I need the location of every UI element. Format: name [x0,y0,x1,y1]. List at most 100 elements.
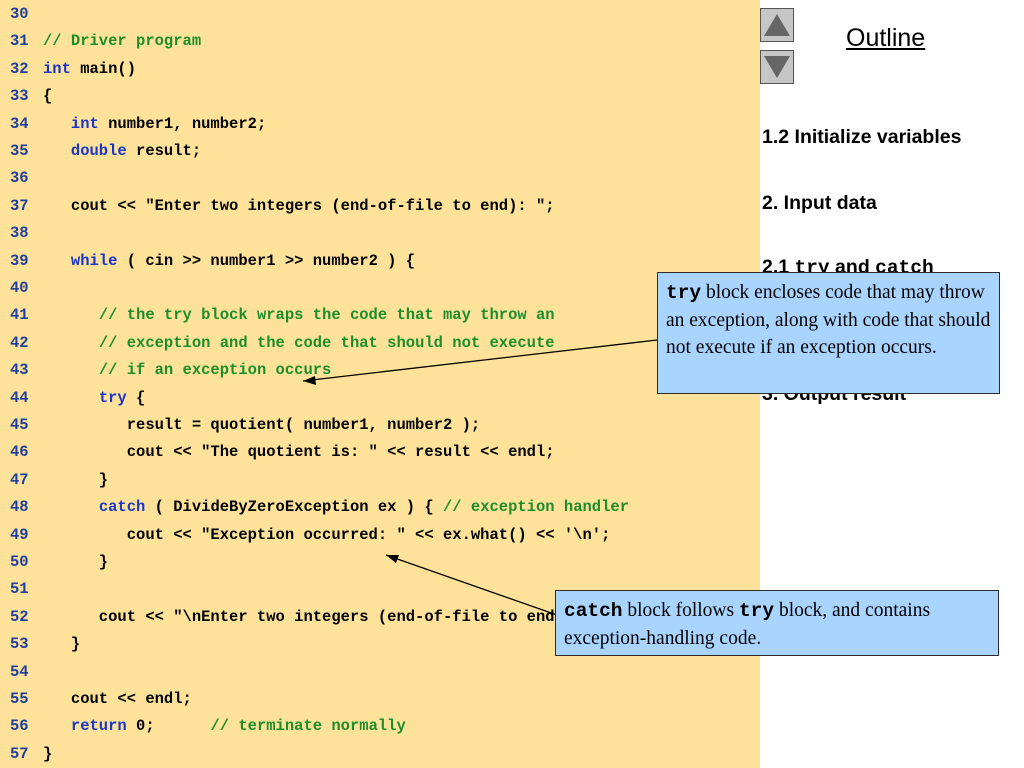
code-text: return 0; // terminate normally [43,713,406,739]
triangle-up-icon [764,14,790,36]
code-text: try { [43,385,146,411]
code-comment: // exception handler [442,498,630,517]
line-number: 53 [10,635,29,654]
code-text: } [43,741,52,767]
line-number: 42 [10,333,29,352]
next-slide-button[interactable] [760,50,794,84]
line-number: 41 [10,306,29,325]
line-number: 31 [10,32,29,51]
code-comment: // Driver program [43,32,202,51]
line-number: 49 [10,525,29,544]
code-segment: cout << endl; [43,690,192,708]
code-text: // the try block wraps the code that may… [43,302,555,328]
line-number: 39 [10,251,29,270]
code-segment: number1, number2; [98,114,267,133]
code-segment: cout << "Exception occurred: " << ex.wha… [43,525,611,544]
code-segment: } [43,470,109,489]
code-comment: // if an exception occurs [98,361,332,380]
code-segment: result = quotient( number1, number2 ); [43,416,481,434]
line-number: 46 [10,443,29,462]
code-segment: 0; [126,717,211,736]
code-text: result = quotient( number1, number2 ); [43,412,480,438]
catch-callout-keyword: catch [564,600,623,622]
line-number: 36 [10,169,29,188]
code-text: // exception and the code that should no… [43,330,555,356]
triangle-down-icon [764,56,790,78]
code-text: cout << "The quotient is: " << result <<… [43,439,555,465]
code-keyword: return [70,717,127,736]
catch-callout-text-1: block follows [622,600,739,621]
code-segment: cout << "\nEnter two integers (end-of-fi… [43,607,602,626]
line-number: 44 [10,388,29,407]
line-number: 30 [10,5,29,23]
catch-callout-try-keyword: try [738,600,775,622]
code-keyword: double [70,142,127,160]
code-keyword: int [70,114,99,133]
outline-title[interactable]: Outline [846,24,925,53]
code-comment: // the try block wraps the code that may… [98,306,555,325]
line-number: 48 [10,498,29,517]
line-number: 37 [10,196,29,215]
code-segment: cout << "The quotient is: " << result <<… [43,443,555,462]
code-segment: result; [126,142,202,160]
code-segment: } [43,635,81,654]
code-text: // if an exception occurs [43,357,332,383]
code-segment: { [126,388,146,407]
line-number: 33 [10,87,29,106]
code-text: } [43,467,108,493]
code-text: } [43,549,108,575]
line-number: 47 [10,470,29,489]
code-text: int main() [43,56,136,82]
code-comment: // exception and the code that should no… [98,333,555,352]
code-text: cout << "Enter two integers (end-of-file… [43,193,555,219]
line-number: 45 [10,416,29,434]
code-text: cout << "Exception occurred: " << ex.wha… [43,522,611,548]
code-segment: } [43,553,109,571]
line-number: 43 [10,361,29,380]
line-number: 57 [10,744,29,763]
code-text: cout << endl; [43,686,192,712]
line-number: 35 [10,142,29,160]
code-text: cout << "\nEnter two integers (end-of-fi… [43,604,601,630]
code-keyword: try [98,388,127,407]
try-callout-keyword: try [666,282,702,304]
code-comment: // terminate normally [210,717,406,736]
code-text: catch ( DivideByZeroException ex ) { // … [43,494,629,520]
catch-callout: catch block follows try block, and conta… [555,590,999,656]
previous-slide-button[interactable] [760,8,794,42]
line-number: 38 [10,224,29,243]
line-number: 56 [10,717,29,736]
code-text: { [43,83,52,109]
code-keyword: while [70,251,118,270]
code-segment: } [43,744,53,763]
code-keyword: catch [98,498,146,517]
code-segment: ( DivideByZeroException ex ) { [145,498,443,517]
line-number: 50 [10,553,29,571]
line-number: 34 [10,114,29,133]
code-text: // Driver program [43,28,201,54]
try-callout-text: block encloses code that may throw an ex… [666,282,991,358]
try-callout: try block encloses code that may throw a… [657,272,1000,394]
code-segment: ( cin >> number1 >> number2 ) { [117,251,416,270]
line-number: 54 [10,662,29,681]
code-segment: cout << "Enter two integers (end-of-file… [43,196,555,215]
code-segment: main() [70,59,137,78]
code-text: while ( cin >> number1 >> number2 ) { [43,248,415,274]
line-number: 55 [10,690,29,708]
code-segment: { [43,87,53,106]
code-keyword: int [43,59,71,78]
line-number: 52 [10,607,29,626]
outline-item-input-data: 2. Input data [762,192,877,214]
code-text: int number1, number2; [43,111,266,137]
line-number: 51 [10,580,29,599]
outline-item-initialize: 1.2 Initialize variables [762,126,962,148]
